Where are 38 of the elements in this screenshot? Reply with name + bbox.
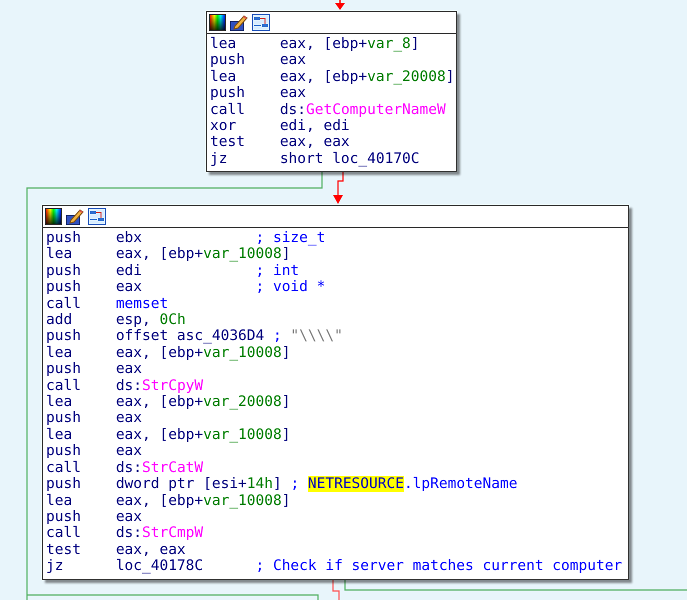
code-line: push eax bbox=[46, 410, 142, 427]
graph-view-icon[interactable] bbox=[252, 14, 270, 31]
code-line: call ds:GetComputerNameW bbox=[210, 102, 446, 118]
flow-line bbox=[332, 577, 340, 600]
code-line: push ebx ; size_t bbox=[46, 230, 326, 246]
code-line: call ds:StrCmpW bbox=[46, 525, 204, 542]
code-line: lea eax, [ebp+var_20008] bbox=[46, 394, 290, 410]
code-line: lea eax, [ebp+var_10008] bbox=[46, 426, 290, 444]
code-line: push eax bbox=[210, 85, 306, 102]
code-line: lea eax, [ebp+var_8] bbox=[210, 36, 420, 52]
pencil-icon[interactable] bbox=[230, 14, 248, 31]
color-palette-icon[interactable] bbox=[45, 208, 62, 225]
code-line: push edi ; int bbox=[46, 262, 300, 280]
code-line: jz short loc_40170C bbox=[210, 150, 420, 168]
code-line: push eax bbox=[46, 361, 142, 378]
code-line: push eax bbox=[46, 508, 142, 526]
code-line: lea eax, [ebp+var_10008] bbox=[46, 344, 290, 362]
graph-view-icon[interactable] bbox=[88, 208, 106, 225]
pencil-icon[interactable] bbox=[66, 208, 84, 225]
code-line: push eax ; void * bbox=[46, 279, 326, 296]
flow-arrow bbox=[333, 171, 344, 204]
code-line: jz loc_40178C ; Check if server matches current computer bbox=[46, 558, 622, 575]
code-line: lea eax, [ebp+var_10008] bbox=[46, 492, 290, 509]
code-line: call ds:StrCatW bbox=[46, 460, 204, 476]
code-line: call memset bbox=[46, 296, 168, 312]
code-line: test eax, eax bbox=[210, 134, 350, 151]
code-line: call ds:StrCpyW bbox=[46, 378, 204, 394]
flow-arrow bbox=[335, 0, 345, 10]
code-line: add esp, 0Ch bbox=[46, 312, 186, 328]
code-line: push eax bbox=[210, 52, 306, 69]
color-palette-icon[interactable] bbox=[209, 14, 226, 31]
code-line: test eax, eax bbox=[46, 542, 186, 558]
code-line: lea eax, [ebp+var_10008] bbox=[46, 246, 290, 263]
code-line: push offset asc_4036D4 ; "\\\\" bbox=[46, 328, 343, 345]
code-line: xor edi, edi bbox=[210, 118, 350, 134]
code-line: lea eax, [ebp+var_20008] bbox=[210, 68, 454, 86]
code-line: push dword ptr [esi+14h] ; NETRESOURCE.lpRemoteName bbox=[46, 476, 518, 492]
code-line: push eax bbox=[46, 443, 142, 460]
